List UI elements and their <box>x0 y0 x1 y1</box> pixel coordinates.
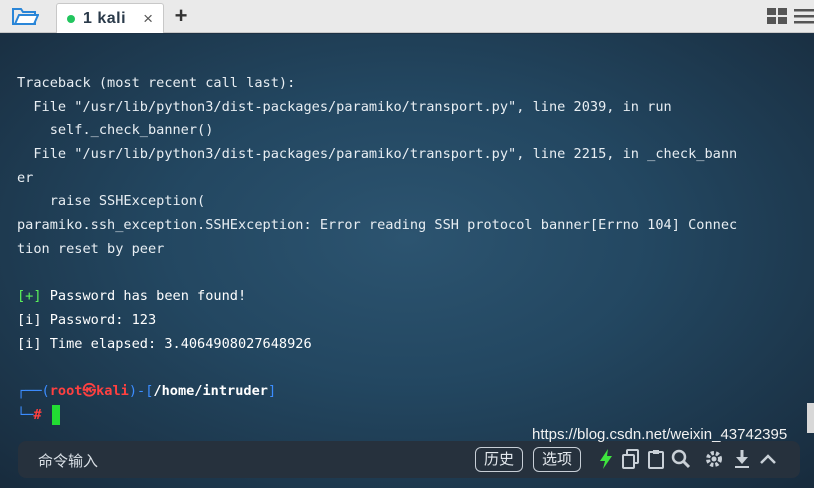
elapsed-text: Time elapsed: 3.4064908027648926 <box>41 335 312 352</box>
prompt-separator: )-[ <box>128 382 154 399</box>
tab-label: 1 kali <box>83 9 127 27</box>
status-dot-icon <box>67 14 75 23</box>
prompt-path: /home/intruder <box>153 382 268 399</box>
found-text: Password has been found! <box>41 288 247 305</box>
terminal-line: self._check_banner() <box>17 122 214 139</box>
prompt-close: ] <box>267 382 277 399</box>
scrollbar-thumb[interactable] <box>807 403 814 433</box>
prompt-corner-top: ┌──( <box>17 382 50 399</box>
command-bar: 命令输入 历史 选项 <box>18 441 800 478</box>
elapsed-tag: [i] <box>17 335 42 352</box>
terminal-output[interactable]: Traceback (most recent call last): File … <box>0 34 814 488</box>
lightning-icon[interactable] <box>596 448 616 470</box>
gear-icon[interactable] <box>704 448 724 470</box>
search-icon[interactable] <box>671 448 691 470</box>
terminal-line: paramiko.ssh_exception.SSHException: Err… <box>17 217 738 234</box>
terminal-line: tion reset by peer <box>17 240 165 257</box>
prompt-user: root㉿kali <box>49 382 129 399</box>
clipboard-icon[interactable] <box>646 448 666 470</box>
open-folder-button[interactable] <box>8 4 42 28</box>
terminal-line: Traceback (most recent call last): <box>17 75 296 91</box>
found-tag: [+] <box>17 288 42 305</box>
password-found-line: [+] Password has been found! <box>17 285 737 309</box>
elapsed-line: [i] Time elapsed: 3.4064908027648926 <box>17 333 737 357</box>
terminal-line: File "/usr/lib/python3/dist-packages/par… <box>17 146 738 163</box>
password-text: Password: 123 <box>41 311 157 328</box>
folder-icon <box>12 8 39 25</box>
prompt-line-top: ┌──(root㉿kali)-[/home/intruder] <box>17 380 737 404</box>
tab-kali[interactable]: 1 kali × <box>56 3 164 33</box>
collapse-icon[interactable] <box>758 448 778 470</box>
prompt-symbol: # <box>33 406 42 423</box>
password-line: [i] Password: 123 <box>17 309 737 333</box>
prompt-line-bottom: └─# <box>17 404 737 428</box>
terminal-line: er <box>17 169 34 186</box>
tab-bar: 1 kali × + <box>0 0 814 33</box>
layout-grid-icon <box>767 8 787 24</box>
add-tab-button[interactable]: + <box>170 3 192 29</box>
command-input[interactable]: 命令输入 <box>38 450 98 471</box>
menu-button[interactable] <box>794 7 814 25</box>
close-tab-icon[interactable]: × <box>143 9 153 29</box>
prompt-corner-bottom: └─ <box>17 406 34 423</box>
options-button[interactable]: 选项 <box>533 447 582 472</box>
menu-icon <box>794 9 814 24</box>
terminal-line: File "/usr/lib/python3/dist-packages/par… <box>17 98 672 115</box>
copy-icon[interactable] <box>621 448 641 470</box>
download-icon[interactable] <box>732 448 752 470</box>
terminal-line: raise SSHException( <box>17 193 206 210</box>
password-tag: [i] <box>17 311 42 328</box>
history-button[interactable]: 历史 <box>475 447 524 472</box>
terminal-cursor <box>51 404 60 425</box>
layout-button[interactable] <box>766 7 788 25</box>
watermark: https://blog.csdn.net/weixin_43742395 <box>532 426 788 443</box>
